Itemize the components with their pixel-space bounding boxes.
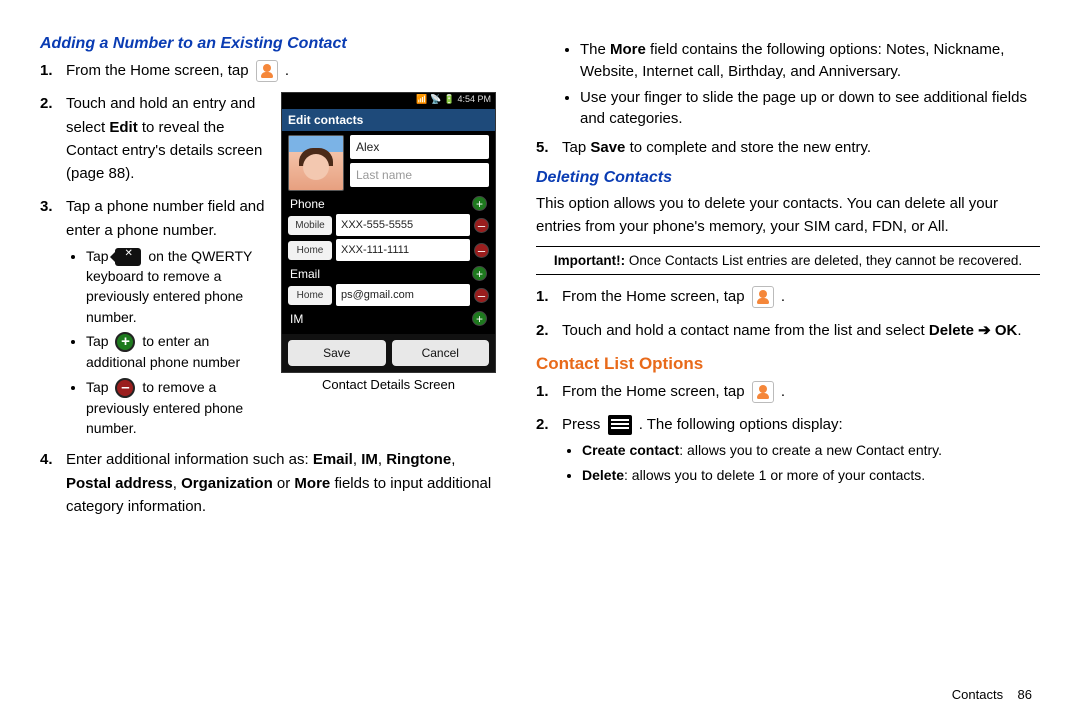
menu-key-icon bbox=[608, 415, 632, 435]
step-3: 3. Tap a phone number field and enter a … bbox=[40, 195, 496, 438]
heading-add-number: Adding a Number to an Existing Contact bbox=[40, 35, 496, 53]
step-1: 1. From the Home screen, tap . bbox=[40, 59, 496, 82]
del-step-1: 1. From the Home screen, tap . bbox=[536, 285, 1040, 308]
more-field-bullet: The More field contains the following op… bbox=[580, 39, 1040, 83]
contacts-icon bbox=[752, 381, 774, 403]
step-5: 5. Tap Save to complete and store the ne… bbox=[536, 136, 1040, 159]
clo-step-1: 1. From the Home screen, tap . bbox=[536, 380, 1040, 403]
backspace-key-icon bbox=[115, 248, 141, 266]
clo-bullet-delete: Delete: allows you to delete 1 or more o… bbox=[582, 465, 1040, 485]
step-2: 2. Touch and hold an entry and select Ed… bbox=[40, 92, 496, 185]
step3-bullet-add: Tap + to enter an additional phone numbe… bbox=[86, 331, 496, 373]
contacts-icon bbox=[256, 60, 278, 82]
delete-intro: This option allows you to delete your co… bbox=[536, 193, 1040, 238]
slide-bullet: Use your finger to slide the page up or … bbox=[580, 87, 1040, 131]
plus-icon: + bbox=[115, 332, 135, 352]
contacts-icon bbox=[752, 286, 774, 308]
minus-icon: – bbox=[115, 378, 135, 398]
del-step-2: 2. Touch and hold a contact name from th… bbox=[536, 319, 1040, 342]
clo-bullet-create: Create contact: allows you to create a n… bbox=[582, 440, 1040, 460]
step-1-text-b: . bbox=[285, 62, 289, 79]
heading-contact-list-options: Contact List Options bbox=[536, 354, 1040, 374]
clo-step-2: 2. Press . The following options display… bbox=[536, 413, 1040, 485]
step-4: 4. Enter additional information such as:… bbox=[40, 448, 496, 518]
step3-bullet-remove: Tap – to remove a previously entered pho… bbox=[86, 377, 496, 439]
page-footer: Contacts 86 bbox=[952, 687, 1032, 702]
important-note: Important!: Once Contacts List entries a… bbox=[536, 246, 1040, 275]
step3-bullet-del: Tap on the QWERTY keyboard to remove a p… bbox=[86, 246, 496, 327]
step-1-text-a: From the Home screen, tap bbox=[66, 62, 253, 79]
heading-deleting-contacts: Deleting Contacts bbox=[536, 169, 1040, 187]
